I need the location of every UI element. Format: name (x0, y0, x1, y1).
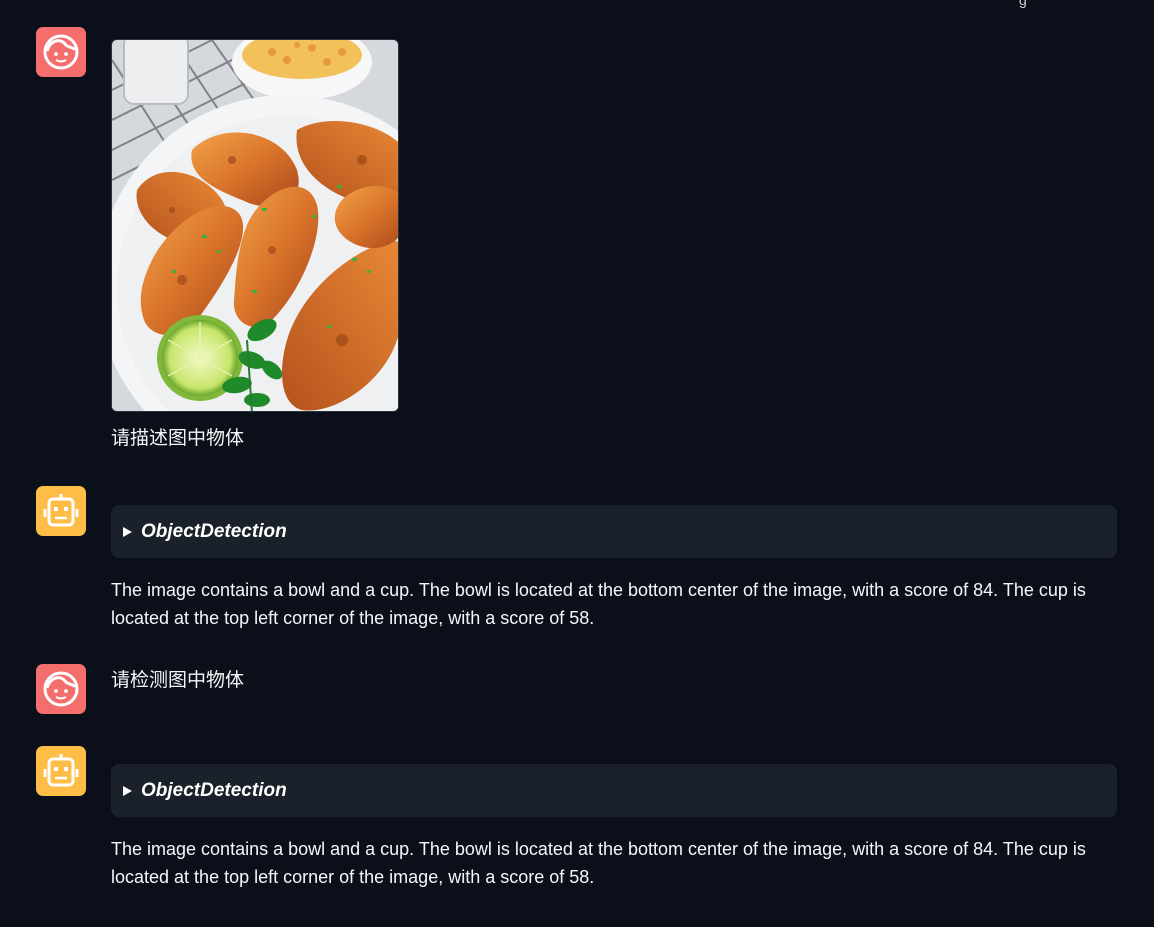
clipped-text-fragment: g (1019, 0, 1027, 8)
bot-avatar (36, 486, 86, 536)
tool-call-toggle[interactable]: ObjectDetection (111, 505, 1117, 558)
bot-message-text: The image contains a bowl and a cup. The… (111, 839, 1086, 887)
tool-call-label: ObjectDetection (141, 520, 287, 542)
expand-triangle-icon (123, 526, 132, 537)
expand-triangle-icon (123, 785, 132, 796)
user-face-icon (43, 34, 79, 70)
tool-call-label: ObjectDetection (141, 779, 287, 801)
bot-avatar (36, 746, 86, 796)
user-face-icon (43, 671, 79, 707)
chat-log: g 请描述图中物体 ObjectDetection The image cont… (0, 0, 1154, 927)
fried-chicken-wings-photo[interactable] (111, 39, 399, 412)
user-message-text: 请描述图中物体 (111, 428, 245, 449)
robot-face-icon (43, 494, 79, 527)
user-avatar (36, 664, 86, 714)
robot-face-icon (43, 754, 79, 787)
user-message-text: 请检测图中物体 (111, 670, 245, 691)
user-avatar (36, 27, 86, 77)
tool-call-toggle[interactable]: ObjectDetection (111, 764, 1117, 817)
bot-message-text: The image contains a bowl and a cup. The… (111, 580, 1086, 628)
